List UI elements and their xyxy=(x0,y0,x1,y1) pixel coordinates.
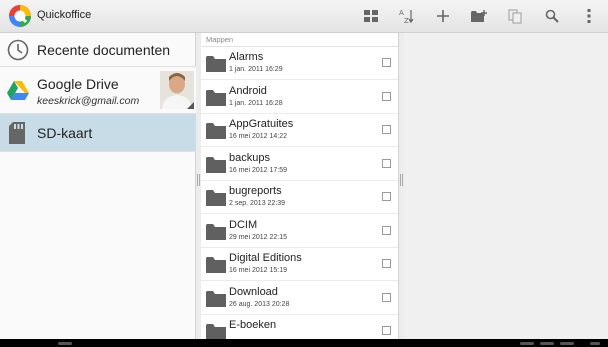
folder-date: 16 mei 2012 17:59 xyxy=(229,166,287,174)
folder-icon xyxy=(206,156,226,173)
sort-button[interactable]: A Z xyxy=(395,5,419,27)
folder-date: 16 mei 2012 15:19 xyxy=(229,267,287,274)
folder-date: 1 jan. 2011 16:29 xyxy=(229,66,283,73)
new-button[interactable] xyxy=(431,5,455,27)
folder-name: DCIM xyxy=(229,218,258,231)
folder-name: backups xyxy=(229,151,270,164)
view-toggle-button[interactable] xyxy=(359,5,383,27)
folder-row[interactable]: backups 16 mei 2012 17:59 xyxy=(201,148,398,181)
folder-date: 29 mei 2012 22:15 xyxy=(229,233,287,241)
sort-az-icon: A Z xyxy=(399,9,414,24)
folder-icon xyxy=(206,89,226,106)
folder-icon xyxy=(206,324,226,339)
folder-icon xyxy=(206,290,226,307)
section-header: Mappen xyxy=(201,33,398,47)
folder-row[interactable]: AppGratuites 16 mei 2012 14:22 xyxy=(201,114,398,147)
app-title: Quickoffice xyxy=(37,9,92,21)
sidebar-item-sd-card[interactable]: SD-kaart xyxy=(0,114,196,152)
system-navigation-bar xyxy=(0,339,608,347)
svg-text:Z: Z xyxy=(404,17,409,24)
status-icon xyxy=(590,342,600,345)
sidebar: Recente documenten Google Drive keeskric… xyxy=(0,33,196,339)
folder-row[interactable]: E-boeken xyxy=(201,315,398,339)
folder-icon xyxy=(206,123,226,139)
search-icon xyxy=(545,9,559,23)
folder-row[interactable]: Download 26 aug. 2013 20:28 xyxy=(201,282,398,315)
folder-name: Alarms xyxy=(229,51,264,63)
new-folder-button[interactable] xyxy=(467,5,491,27)
sidebar-item-google-drive[interactable]: Google Drive keeskrick@gmail.com xyxy=(0,67,196,114)
preview-pane xyxy=(404,33,608,339)
quickoffice-logo-icon[interactable] xyxy=(8,4,32,28)
folder-icon xyxy=(206,257,226,273)
account-email: keeskrick@gmail.com xyxy=(37,95,140,107)
plus-icon xyxy=(437,10,449,22)
folder-icon xyxy=(206,190,226,206)
folder-name: Download xyxy=(229,285,278,298)
folder-checkbox[interactable] xyxy=(382,91,391,101)
folder-date: 2 sep. 2013 22:39 xyxy=(229,200,286,207)
folder-row[interactable]: Android 1 jan. 2011 16:28 xyxy=(201,81,398,114)
sidebar-item-label: Recente documenten xyxy=(37,42,171,58)
folder-name: bugreports xyxy=(229,185,282,197)
folder-row[interactable]: Digital Editions 16 mei 2012 15:19 xyxy=(201,248,398,281)
sd-card-icon xyxy=(9,122,25,144)
folder-row[interactable]: bugreports 2 sep. 2013 22:39 xyxy=(201,181,398,214)
folder-checkbox[interactable] xyxy=(382,292,391,302)
folder-date: 16 mei 2012 14:22 xyxy=(229,133,287,140)
more-vert-icon xyxy=(587,9,591,23)
folder-name: Android xyxy=(229,84,267,97)
folder-row[interactable]: Alarms 1 jan. 2011 16:29 xyxy=(201,47,398,80)
back-button[interactable] xyxy=(58,342,72,345)
new-folder-icon xyxy=(471,9,487,22)
folder-checkbox[interactable] xyxy=(382,158,391,168)
folder-checkbox[interactable] xyxy=(382,58,391,67)
folder-list: Mappen Alarms 1 jan. 2011 16:29 Android 1 j… xyxy=(201,33,399,339)
folder-date: 1 jan. 2011 16:28 xyxy=(229,99,283,107)
folder-icon xyxy=(206,223,226,240)
folder-row[interactable]: DCIM 29 mei 2012 22:15 xyxy=(201,215,398,248)
sidebar-item-label: SD-kaart xyxy=(37,125,93,141)
svg-text:A: A xyxy=(399,9,404,17)
folder-checkbox[interactable] xyxy=(382,326,391,335)
search-button[interactable] xyxy=(540,5,564,27)
action-bar: Quickoffice A Z xyxy=(0,0,608,33)
folder-date: 26 aug. 2013 20:28 xyxy=(229,300,290,308)
clock-icon xyxy=(7,39,29,61)
status-icon xyxy=(520,342,534,345)
grid-view-icon xyxy=(364,10,378,22)
sidebar-item-label: Google Drive xyxy=(37,76,119,92)
folder-name: AppGratuites xyxy=(229,118,294,130)
copy-icon xyxy=(508,8,522,24)
folder-checkbox[interactable] xyxy=(382,259,391,268)
status-icon xyxy=(560,342,574,345)
sidebar-item-recent[interactable]: Recente documenten xyxy=(0,33,196,67)
folder-checkbox[interactable] xyxy=(382,192,391,201)
folder-checkbox[interactable] xyxy=(382,125,391,134)
copy-button[interactable] xyxy=(503,5,527,27)
folder-name: Digital Editions xyxy=(229,252,302,264)
status-icon xyxy=(540,342,554,345)
overflow-menu-button[interactable] xyxy=(577,5,601,27)
folder-name: E-boeken xyxy=(229,319,277,331)
folder-checkbox[interactable] xyxy=(382,225,391,235)
avatar xyxy=(160,71,194,109)
google-drive-icon xyxy=(7,81,29,100)
folder-icon xyxy=(206,56,226,72)
